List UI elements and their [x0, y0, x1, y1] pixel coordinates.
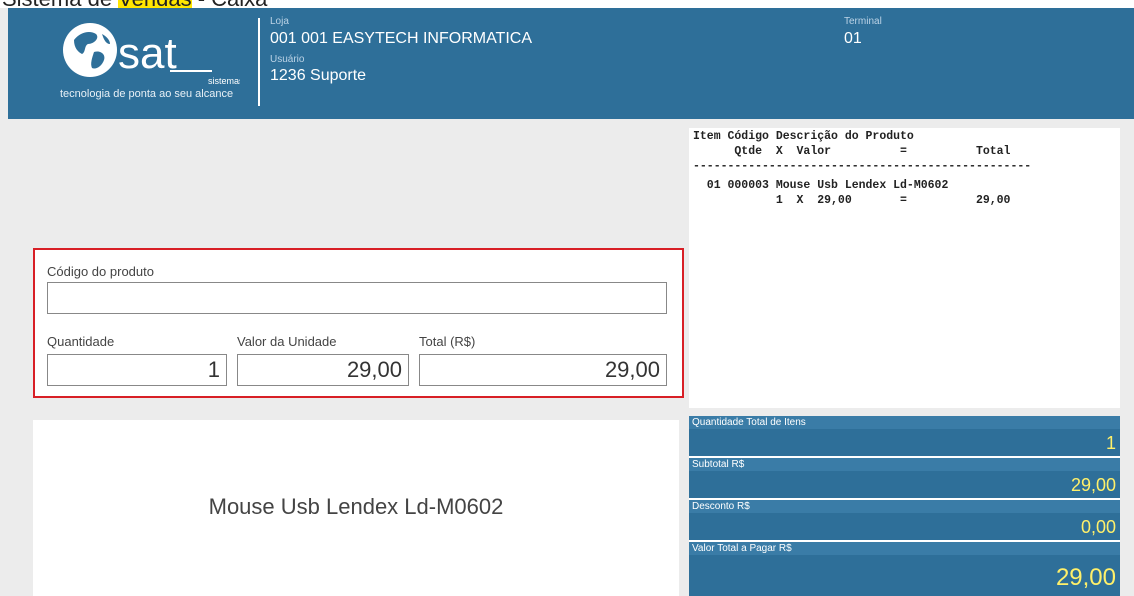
svg-text:sistemas: sistemas — [208, 76, 240, 86]
product-display-panel: Mouse Usb Lendex Ld-M0602 — [33, 420, 679, 596]
total-pagar-box: Valor Total a Pagar R$ 29,00 — [689, 542, 1120, 596]
terminal-label: Terminal — [844, 16, 882, 27]
subtotal-value: 29,00 — [1070, 475, 1116, 495]
desconto-label-bar — [689, 500, 1120, 513]
total-label: Total (R$) — [419, 334, 476, 349]
total-pagar-label: Valor Total a Pagar R$ — [692, 543, 792, 554]
product-name: Mouse Usb Lendex Ld-M0602 — [208, 494, 504, 519]
tagline: tecnologia de ponta ao seu alcance — [60, 88, 234, 100]
subtotal-label: Subtotal R$ — [692, 459, 745, 470]
receipt-header-2: Qtde X Valor = Total — [693, 145, 1011, 158]
desconto-box: Desconto R$ 0,00 — [689, 500, 1120, 540]
qtd-total-box: Quantidade Total de Itens 1 — [689, 416, 1120, 456]
receipt-panel: Item Código Descrição do Produto Qtde X … — [689, 128, 1120, 408]
receipt-item-line-1: 01 000003 Mouse Usb Lendex Ld-M0602 — [693, 179, 949, 192]
header-divider — [258, 18, 260, 106]
title-highlight: Vendas — [118, 0, 192, 8]
usuario-label: Usuário — [270, 54, 305, 65]
valor-unidade-input[interactable]: 29,00 — [237, 354, 409, 386]
desconto-label: Desconto R$ — [692, 501, 750, 512]
globe-icon: sat sistemas — [63, 23, 244, 86]
receipt-item-line-2: 1 X 29,00 = 29,00 — [693, 194, 1011, 207]
loja-value: 001 001 EASYTECH INFORMATICA — [270, 30, 532, 47]
subtotal-box: Subtotal R$ 29,00 — [689, 458, 1120, 498]
qtd-total-value: 1 — [1105, 433, 1116, 453]
header-bar: sat sistemas tecnologia de ponta ao seu … — [8, 8, 1134, 119]
window-title-strip: Sistema de Vendas - Caixa — [0, 0, 1134, 8]
quantidade-label: Quantidade — [47, 334, 115, 349]
total-input[interactable]: 29,00 — [419, 354, 667, 386]
desconto-value: 0,00 — [1080, 517, 1116, 537]
receipt-divider: ----------------------------------------… — [693, 160, 1032, 173]
codigo-input[interactable] — [47, 282, 667, 314]
receipt-header-1: Item Código Descrição do Produto — [693, 130, 914, 143]
totals-panel: Quantidade Total de Itens 1 Subtotal R$ … — [689, 416, 1120, 596]
subtotal-label-bar — [689, 458, 1120, 471]
product-input-panel: Código do produto Quantidade 1 Valor da … — [33, 248, 684, 398]
quantidade-input[interactable]: 1 — [47, 354, 227, 386]
valor-unidade-label: Valor da Unidade — [237, 334, 337, 349]
codigo-label: Código do produto — [47, 264, 154, 279]
window-title: Sistema de Vendas - Caixa — [2, 0, 267, 8]
loja-label: Loja — [270, 16, 289, 27]
title-text-2: - Caixa — [192, 0, 268, 8]
svg-text:sat: sat — [118, 29, 177, 78]
usuario-value: 1236 Suporte — [270, 67, 367, 84]
terminal-value: 01 — [844, 30, 862, 47]
qtd-total-label: Quantidade Total de Itens — [692, 417, 806, 428]
title-text-1: Sistema de — [2, 0, 118, 8]
total-pagar-value: 29,00 — [1055, 564, 1116, 591]
